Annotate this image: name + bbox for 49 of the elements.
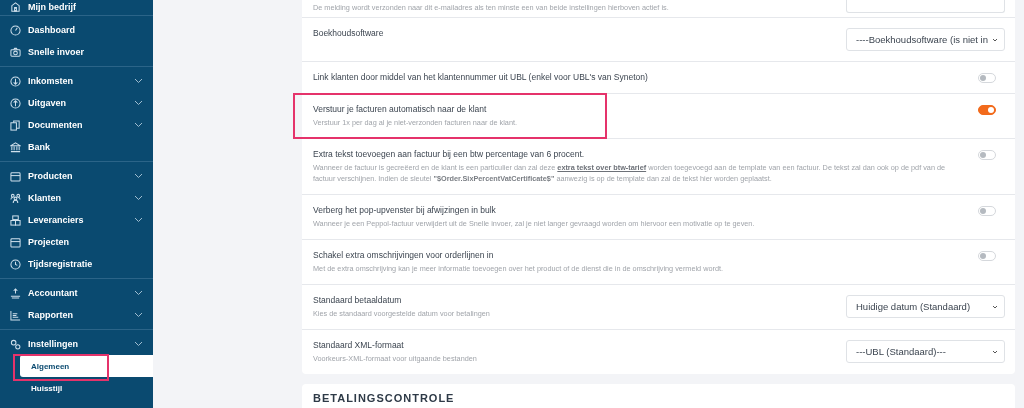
caret-icon — [992, 304, 998, 309]
caret-icon — [992, 37, 998, 42]
select-field[interactable]: ---UBL (Standaard)--- — [846, 340, 1005, 363]
sidebar-item[interactable]: Instellingen — [0, 333, 153, 355]
box-icon — [10, 236, 21, 248]
sidebar-item[interactable]: Snelle invoer — [0, 41, 153, 63]
setting-title: Extra tekst toevoegen aan factuur bij een btw percentage van 6 procent. — [313, 149, 586, 159]
sidebar-item[interactable]: Producten — [0, 165, 153, 187]
clock-icon — [10, 258, 21, 270]
people-icon — [10, 192, 21, 204]
caret-icon — [992, 349, 998, 354]
arrow-down-circle-icon — [10, 75, 21, 87]
setting-title: Boekhoudsoftware — [313, 28, 385, 38]
bank-icon — [10, 141, 21, 153]
sidebar-item[interactable]: Documenten — [0, 114, 153, 136]
select-field[interactable]: Huidige datum (Standaard) — [846, 295, 1005, 318]
setting-title: Link klanten door middel van het klantennummer uit UBL (enkel voor UBL's van Syneton) — [313, 72, 649, 82]
sidebar-item[interactable]: Mijn bedrijf — [0, 0, 153, 14]
boxes-icon — [10, 214, 21, 226]
input-field[interactable] — [846, 0, 1005, 13]
section-title: BETALINGSCONTROLE — [313, 392, 456, 404]
box-icon — [10, 170, 21, 182]
sidebar-item[interactable]: Leveranciers — [0, 209, 153, 231]
sidebar-item[interactable]: Accountant — [0, 282, 153, 304]
camera-icon — [10, 46, 21, 58]
toggle-switch[interactable] — [978, 105, 996, 115]
sidebar-item[interactable]: Bank — [0, 136, 153, 158]
submenu-item[interactable]: Huisstijl — [20, 377, 153, 399]
setting-title: Verberg het pop-upvenster bij afwijzingen in bulk — [313, 205, 497, 215]
sidebar-item[interactable]: Klanten — [0, 187, 153, 209]
submenu-item[interactable]: Algemeen — [20, 355, 153, 377]
sidebar-item[interactable]: Tijdsregistratie — [0, 253, 153, 275]
sidebar-item[interactable]: Rapporten — [0, 304, 153, 326]
setting-title: Schakel extra omschrijvingen voor orderlijnen in — [313, 250, 495, 260]
sidebar-item[interactable]: Dashboard — [0, 19, 153, 41]
select-field[interactable]: ----Boekhoudsoftware (is niet in — [846, 28, 1005, 51]
setting-title: Verstuur je facturen automatisch naar de klant — [313, 104, 488, 114]
arrow-up-circle-icon — [10, 97, 21, 109]
sidebar-item[interactable]: Uitgaven — [0, 92, 153, 114]
gauge-icon — [10, 24, 21, 36]
gears-icon — [10, 338, 21, 350]
chart-icon — [10, 309, 21, 321]
building-icon — [10, 1, 21, 13]
documents-icon — [10, 119, 21, 131]
sidebar-item[interactable]: Inkomsten — [0, 70, 153, 92]
upload-icon — [10, 287, 21, 299]
setting-title: Standaard betaaldatum — [313, 295, 403, 305]
sidebar-item[interactable]: Projecten — [0, 231, 153, 253]
setting-title: Standaard XML-formaat — [313, 340, 405, 350]
